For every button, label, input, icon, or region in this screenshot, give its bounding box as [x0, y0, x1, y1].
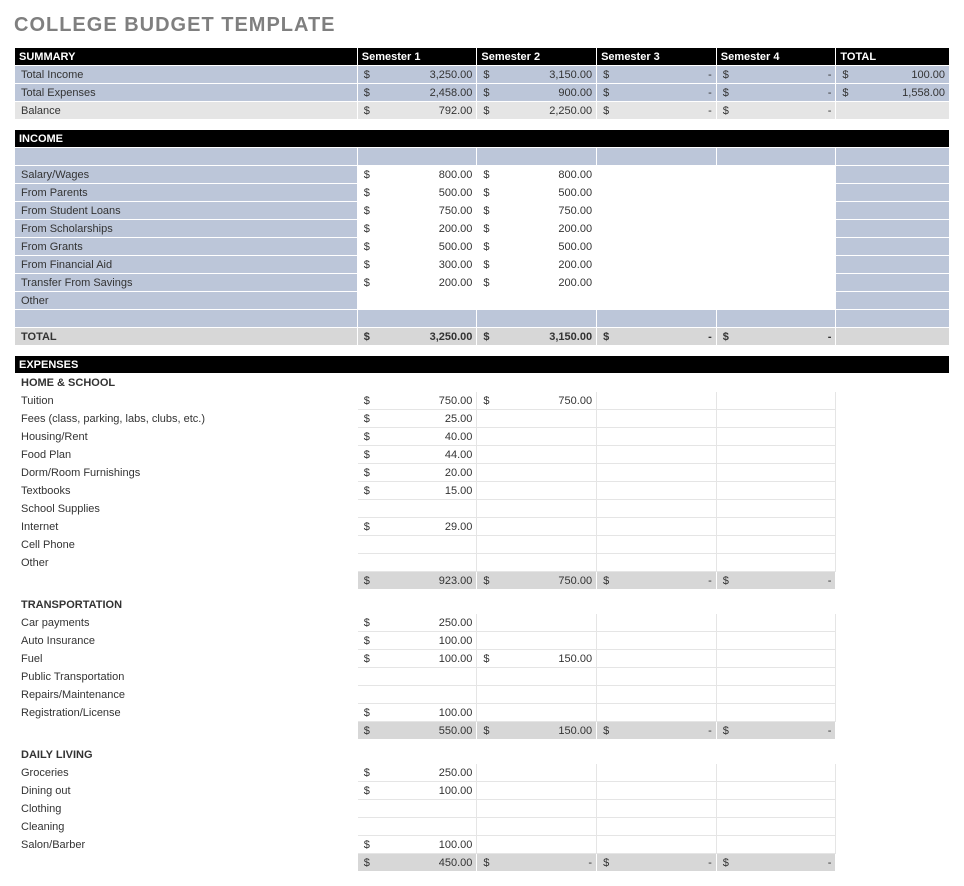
expense-row: Groceries$250.00 — [15, 764, 950, 782]
income-row: Other — [15, 292, 950, 310]
expense-row: Cell Phone — [15, 536, 950, 554]
summary-row: Total Expenses$2,458.00$900.00$-$-$1,558… — [15, 84, 950, 102]
expense-row: Internet$29.00 — [15, 518, 950, 536]
income-row: Salary/Wages$800.00$800.00 — [15, 166, 950, 184]
summary-row: Balance$792.00$2,250.00$-$- — [15, 102, 950, 120]
income-row: Transfer From Savings$200.00$200.00 — [15, 274, 950, 292]
expense-row: School Supplies — [15, 500, 950, 518]
expense-row: Repairs/Maintenance — [15, 686, 950, 704]
expense-row: Fuel$100.00$150.00 — [15, 650, 950, 668]
income-row: From Parents$500.00$500.00 — [15, 184, 950, 202]
expense-row: Public Transportation — [15, 668, 950, 686]
expense-row: Dining out$100.00 — [15, 782, 950, 800]
expense-row: Clothing — [15, 800, 950, 818]
income-row: From Grants$500.00$500.00 — [15, 238, 950, 256]
expense-row: Housing/Rent$40.00 — [15, 428, 950, 446]
income-total-row: TOTAL$3,250.00$3,150.00$-$- — [15, 328, 950, 346]
expense-section-header: HOME & SCHOOL — [15, 374, 950, 392]
expense-section-header: DAILY LIVING — [15, 746, 950, 764]
expense-row: Registration/License$100.00 — [15, 704, 950, 722]
budget-table: SUMMARYSemester 1Semester 2Semester 3Sem… — [14, 47, 950, 872]
expense-row: Food Plan$44.00 — [15, 446, 950, 464]
expense-row: Car payments$250.00 — [15, 614, 950, 632]
expense-row: Auto Insurance$100.00 — [15, 632, 950, 650]
expense-row: Textbooks$15.00 — [15, 482, 950, 500]
expense-subtotal-row: $923.00$750.00$-$- — [15, 572, 950, 590]
expense-row: Cleaning — [15, 818, 950, 836]
expense-subtotal-row: $550.00$150.00$-$- — [15, 722, 950, 740]
income-header: INCOME — [15, 130, 950, 148]
income-row: From Scholarships$200.00$200.00 — [15, 220, 950, 238]
expense-row: Fees (class, parking, labs, clubs, etc.)… — [15, 410, 950, 428]
expense-row: Dorm/Room Furnishings$20.00 — [15, 464, 950, 482]
expense-section-header: TRANSPORTATION — [15, 596, 950, 614]
income-row: From Student Loans$750.00$750.00 — [15, 202, 950, 220]
summary-row: Total Income$3,250.00$3,150.00$-$-$100.0… — [15, 66, 950, 84]
income-row: From Financial Aid$300.00$200.00 — [15, 256, 950, 274]
expense-subtotal-row: $450.00$-$-$- — [15, 854, 950, 872]
page-title: COLLEGE BUDGET TEMPLATE — [14, 14, 950, 37]
expense-row: Tuition$750.00$750.00 — [15, 392, 950, 410]
expenses-header: EXPENSES — [15, 356, 950, 374]
summary-header: SUMMARYSemester 1Semester 2Semester 3Sem… — [15, 48, 950, 66]
expense-row: Other — [15, 554, 950, 572]
expense-row: Salon/Barber$100.00 — [15, 836, 950, 854]
